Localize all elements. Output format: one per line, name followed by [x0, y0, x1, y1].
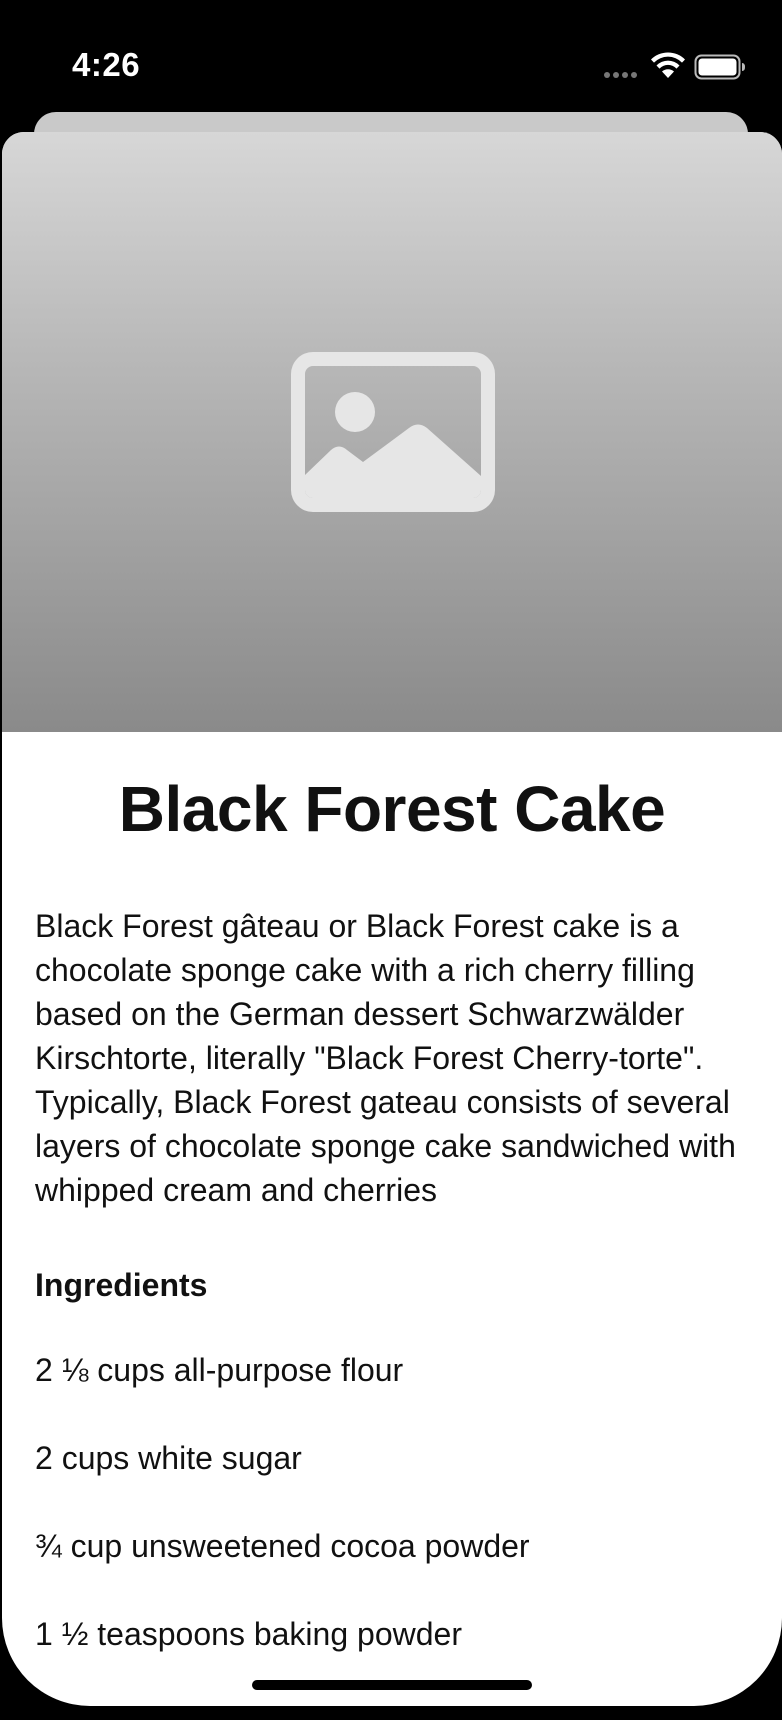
recipe-detail-screen: 4:26 Black Forest Cake Black Forest gâte… [0, 0, 782, 1720]
ingredient-item: ¾ cup unsweetened cocoa powder [35, 1528, 530, 1564]
ingredient-item: 2 cups white sugar [35, 1440, 302, 1476]
home-indicator[interactable] [252, 1680, 532, 1690]
recipe-hero-image [2, 132, 782, 732]
cellular-signal-icon [604, 72, 640, 78]
status-bar: 4:26 [0, 0, 782, 110]
recipe-description: Black Forest gâteau or Black Forest cake… [35, 908, 736, 1208]
wifi-icon [651, 52, 685, 78]
ingredient-item: 1 ½ teaspoons baking powder [35, 1616, 462, 1652]
recipe-title: Black Forest Cake [118, 773, 666, 845]
ingredient-item: 2 ⅛ cups all-purpose flour [35, 1352, 404, 1388]
image-placeholder-icon [291, 352, 495, 512]
status-time: 4:26 [72, 46, 141, 83]
battery-icon [694, 54, 745, 80]
ingredients-heading: Ingredients [35, 1267, 208, 1303]
recipe-sheet: Black Forest Cake Black Forest gâteau or… [2, 132, 782, 1706]
